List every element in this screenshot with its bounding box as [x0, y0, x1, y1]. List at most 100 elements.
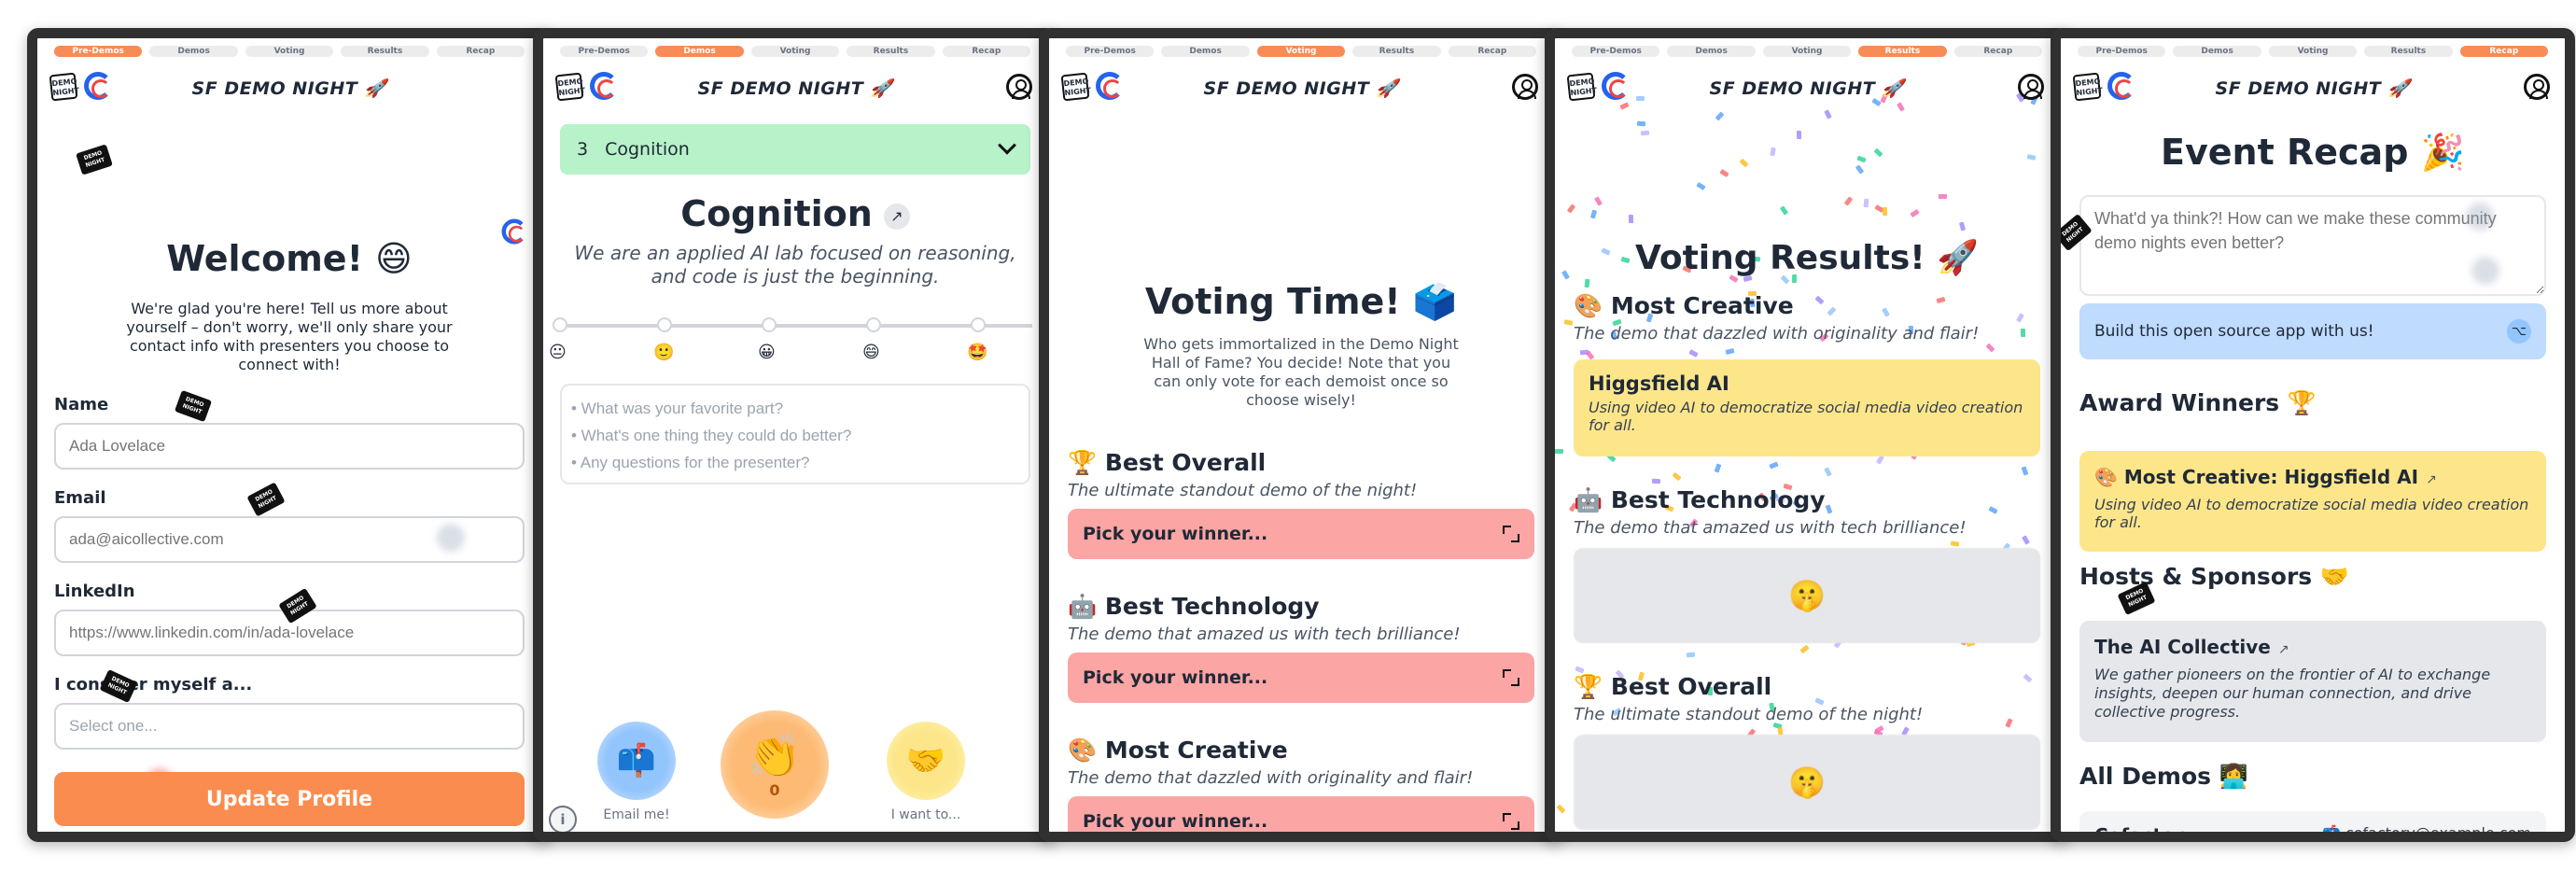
confetti-piece	[1725, 348, 1735, 355]
profile-icon[interactable]	[2018, 74, 2044, 100]
step-demos[interactable]: Demos	[149, 46, 238, 57]
rating-slider-dot[interactable]	[971, 317, 986, 332]
pick-winner-label: Pick your winner...	[1083, 811, 1268, 832]
confetti-piece	[1589, 209, 1598, 219]
confetti-piece	[2023, 673, 2033, 683]
demo-card-name-text: Cofactory	[2094, 824, 2196, 832]
chevron-down-icon	[998, 135, 1016, 155]
step-pre-demos[interactable]: Pre-Demos	[560, 46, 649, 57]
host-name: The AI Collective ↗	[2094, 636, 2531, 658]
external-link-icon[interactable]: ↗	[883, 203, 910, 230]
step-bar: Pre-Demos Demos Voting Results Recap	[2078, 46, 2549, 59]
feedback-prompt: • What was your favorite part?	[571, 400, 784, 417]
step-bar: Pre-Demos Demos Voting Results Recap	[1066, 46, 1537, 59]
step-recap[interactable]: Recap	[1953, 46, 2043, 57]
step-results[interactable]: Results	[1858, 46, 1947, 57]
confetti-piece	[1882, 307, 1890, 317]
expand-icon	[1503, 526, 1519, 542]
welcome-intro: We're glad you're here! Tell us more abo…	[126, 300, 453, 373]
clap-action[interactable]: 👏 0	[717, 710, 833, 819]
pick-winner-button[interactable]: Pick your winner...	[1068, 796, 1534, 832]
step-results[interactable]: Results	[847, 46, 935, 57]
external-link-icon: ↗	[2204, 831, 2215, 832]
confetti-piece	[2021, 466, 2029, 476]
update-profile-button[interactable]: Update Profile	[54, 772, 525, 826]
demo-card[interactable]: Cofactory ↗ 📫 cofactory@example.com	[2079, 811, 2546, 832]
category-subtitle: The demo that dazzled with originality a…	[1068, 768, 1474, 788]
step-bar: Pre-Demos Demos Voting Results Recap	[54, 46, 525, 59]
step-voting[interactable]: Voting	[1256, 46, 1346, 57]
confetti-piece	[1855, 164, 1865, 175]
step-voting[interactable]: Voting	[750, 46, 840, 57]
step-recap[interactable]: Recap	[2459, 46, 2549, 57]
step-demos[interactable]: Demos	[2173, 46, 2261, 57]
confetti-piece	[1950, 540, 1960, 547]
demo-title: Cognition ↗	[543, 193, 1047, 234]
brand-title: SF DEMO NIGHT 🚀	[697, 78, 893, 99]
step-recap[interactable]: Recap	[436, 46, 525, 57]
pick-winner-button[interactable]: Pick your winner...	[1068, 652, 1534, 703]
confetti-piece	[2022, 535, 2030, 545]
email-me-action[interactable]: 📫 Email me!	[588, 722, 685, 822]
mailbox-icon[interactable]: 📫	[597, 722, 676, 800]
rating-emoji: 😐	[549, 343, 567, 362]
name-input[interactable]	[54, 423, 525, 470]
step-recap[interactable]: Recap	[942, 46, 1031, 57]
winner-card[interactable]: Higgsfield AI Using video AI to democrat…	[1574, 359, 2040, 456]
confetti-piece	[1882, 206, 1888, 217]
hosts-title: Hosts & Sponsors 🤝	[2079, 563, 2349, 590]
rating-slider-dot[interactable]	[553, 317, 567, 332]
step-demos[interactable]: Demos	[1667, 46, 1756, 57]
feedback-prompt: • What's one thing they could do better?	[571, 427, 852, 444]
header: DEMO NIGHT SF DEMO NIGHT 🚀	[543, 68, 1047, 120]
header: DEMO NIGHT SF DEMO NIGHT 🚀	[1555, 68, 2059, 120]
demo-card-email[interactable]: 📫 cofactory@example.com	[2322, 824, 2531, 832]
step-pre-demos[interactable]: Pre-Demos	[2078, 46, 2166, 57]
handshake-icon[interactable]: 🤝	[887, 722, 965, 800]
step-recap[interactable]: Recap	[1448, 46, 1537, 57]
step-pre-demos[interactable]: Pre-Demos	[1572, 46, 1660, 57]
want-to-action[interactable]: 🤝 I want to...	[877, 722, 974, 822]
clap-icon: 👏	[748, 730, 802, 780]
step-demos[interactable]: Demos	[655, 46, 744, 57]
step-demos[interactable]: Demos	[1161, 46, 1250, 57]
step-bar: Pre-Demos Demos Voting Results Recap	[560, 46, 1031, 59]
step-pre-demos[interactable]: Pre-Demos	[54, 46, 143, 57]
rating-slider-track[interactable]	[558, 324, 1032, 328]
open-source-button[interactable]: Build this open source app with us! ⌥	[2079, 303, 2546, 359]
feedback-textarea[interactable]: • What was your favorite part? • What's …	[560, 384, 1030, 484]
header: DEMO NIGHT SF DEMO NIGHT 🚀	[2061, 68, 2565, 120]
profile-icon[interactable]	[2524, 74, 2550, 100]
step-results[interactable]: Results	[2364, 46, 2453, 57]
confetti-piece	[1688, 349, 1699, 358]
step-pre-demos[interactable]: Pre-Demos	[1066, 46, 1155, 57]
persona-select[interactable]: Select one...	[54, 703, 525, 750]
profile-icon[interactable]	[1006, 74, 1032, 100]
phone-pre-demos: Pre-Demos Demos Voting Results Recap DEM…	[27, 28, 552, 842]
rating-slider-dot[interactable]	[866, 317, 881, 332]
blur-blob	[2471, 257, 2499, 285]
demo-description: We are an applied AI lab focused on reas…	[574, 242, 1016, 288]
step-results[interactable]: Results	[341, 46, 429, 57]
phone-demos: Pre-Demos Demos Voting Results Recap DEM…	[533, 28, 1057, 842]
demo-select[interactable]: 3 Cognition	[560, 124, 1030, 175]
rating-slider-dot[interactable]	[657, 317, 672, 332]
award-card[interactable]: 🎨 Most Creative: Higgsfield AI ↗ Using vi…	[2079, 451, 2546, 552]
info-icon[interactable]: i	[549, 806, 577, 832]
pick-winner-button[interactable]: Pick your winner...	[1068, 509, 1534, 559]
confetti-piece	[1856, 155, 1867, 163]
profile-icon[interactable]	[1512, 74, 1538, 100]
step-results[interactable]: Results	[1352, 46, 1441, 57]
blur-blob	[2466, 203, 2494, 231]
confetti-piece	[1739, 158, 1749, 168]
step-voting[interactable]: Voting	[2268, 46, 2358, 57]
rating-slider-dot[interactable]	[762, 317, 777, 332]
clap-button[interactable]: 👏 0	[721, 710, 829, 819]
host-card[interactable]: The AI Collective ↗ We gather pioneers on…	[2079, 621, 2546, 742]
pick-winner-label: Pick your winner...	[1083, 524, 1268, 544]
confetti-piece	[1824, 467, 1832, 477]
step-voting[interactable]: Voting	[1762, 46, 1852, 57]
brand-title: SF DEMO NIGHT 🚀	[1203, 78, 1399, 99]
step-voting[interactable]: Voting	[245, 46, 334, 57]
confetti-piece	[1863, 198, 1869, 208]
